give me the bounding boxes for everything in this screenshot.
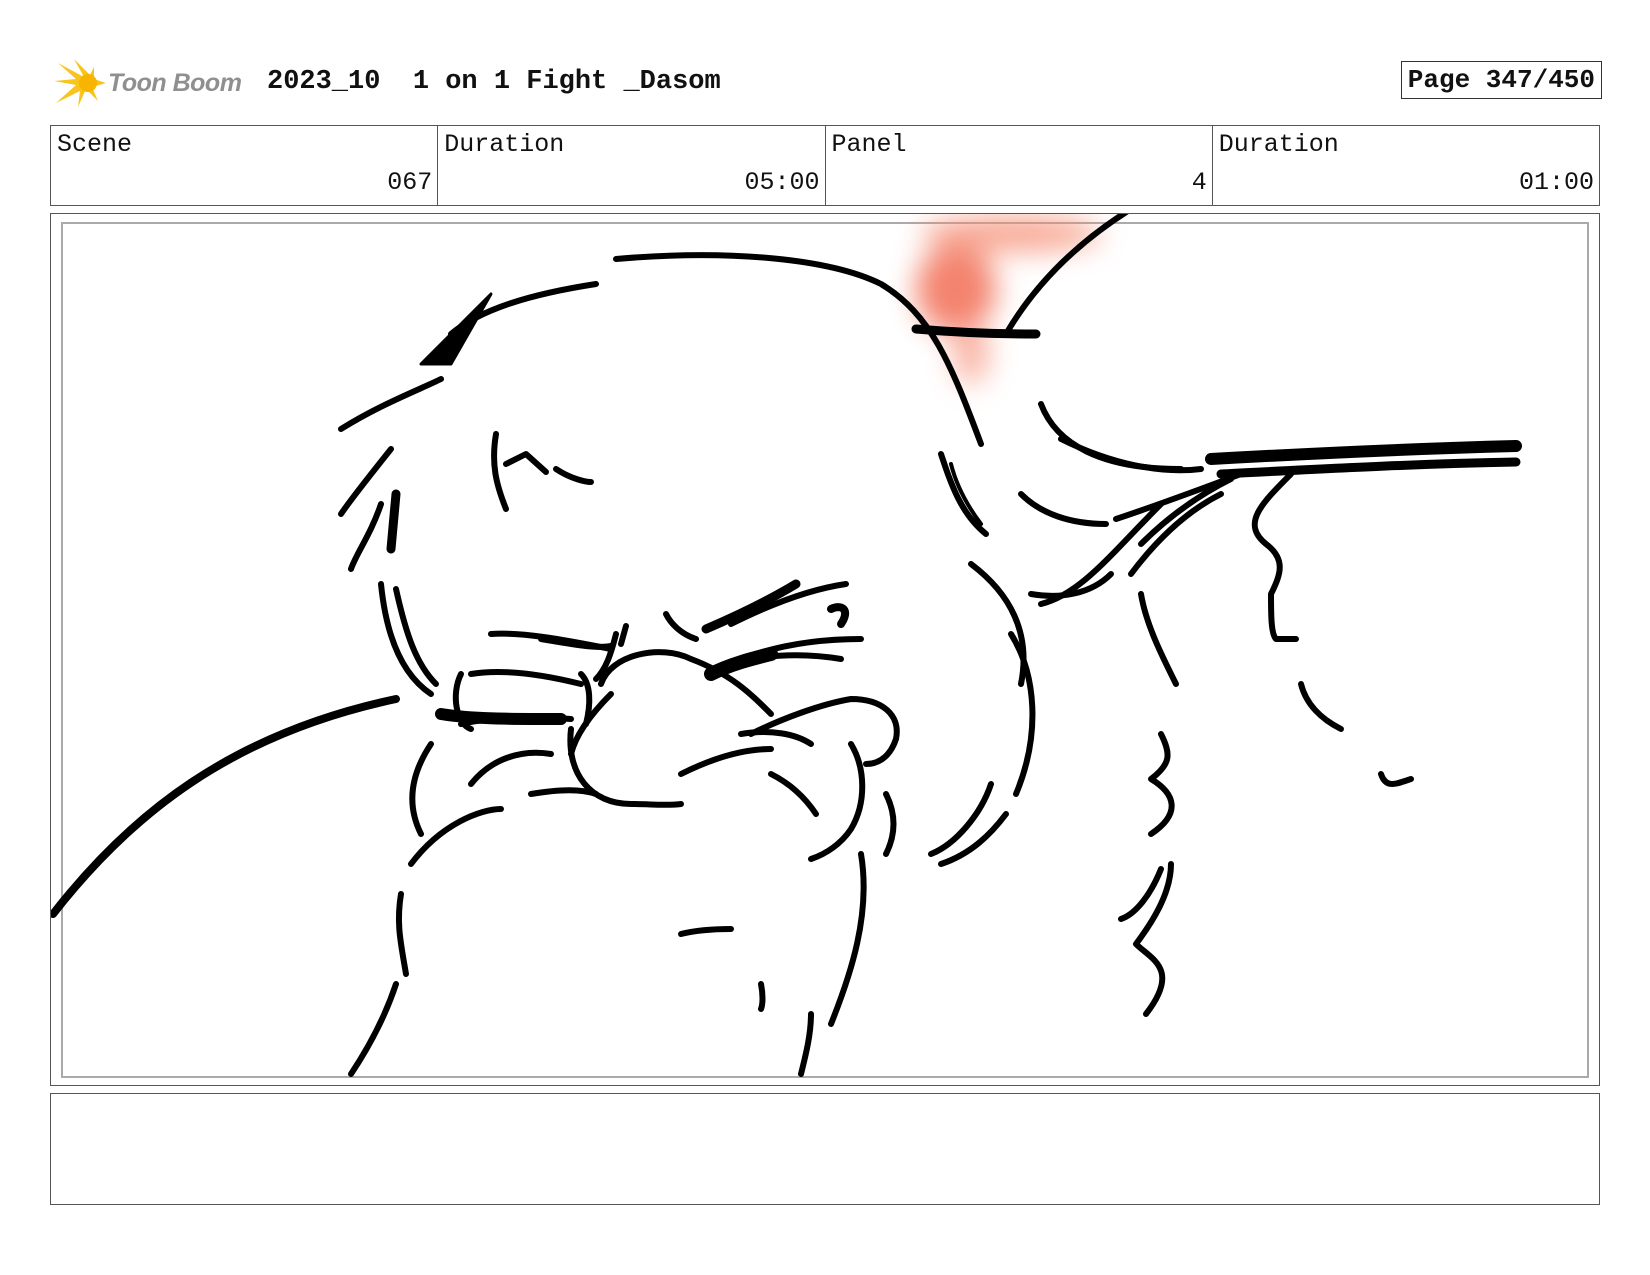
panel-value: 4 <box>1191 168 1207 197</box>
panel-cell: Panel 4 <box>826 126 1213 205</box>
sketch-lines <box>51 214 1522 1077</box>
scene-value: 067 <box>387 168 433 197</box>
scene-label: Scene <box>57 130 133 159</box>
panel-label: Panel <box>831 130 907 159</box>
panel-info-row: Scene 067 Duration 05:00 Panel 4 Duratio… <box>50 125 1600 206</box>
scene-duration-label: Duration <box>444 130 565 159</box>
starburst-icon <box>54 59 106 107</box>
logo-text: Toon Boom <box>108 69 242 97</box>
panel-notes <box>50 1093 1600 1205</box>
toon-boom-logo: Toon Boom <box>54 57 254 111</box>
scene-cell: Scene 067 <box>51 126 439 205</box>
storyboard-sketch-icon <box>51 214 1522 1077</box>
scene-duration-value: 05:00 <box>744 168 820 197</box>
page-header: Toon Boom 2023_10 1 on 1 Fight _Dasom Pa… <box>52 55 1602 115</box>
page-number: Page 347/450 <box>1400 61 1602 99</box>
panel-duration-cell: Duration 01:00 <box>1213 126 1599 205</box>
scene-duration-cell: Duration 05:00 <box>438 126 826 205</box>
panel-duration-value: 01:00 <box>1518 168 1594 197</box>
document-title: 2023_10 1 on 1 Fight _Dasom <box>267 67 721 97</box>
panel-duration-label: Duration <box>1218 130 1339 159</box>
storyboard-panel <box>50 213 1600 1086</box>
